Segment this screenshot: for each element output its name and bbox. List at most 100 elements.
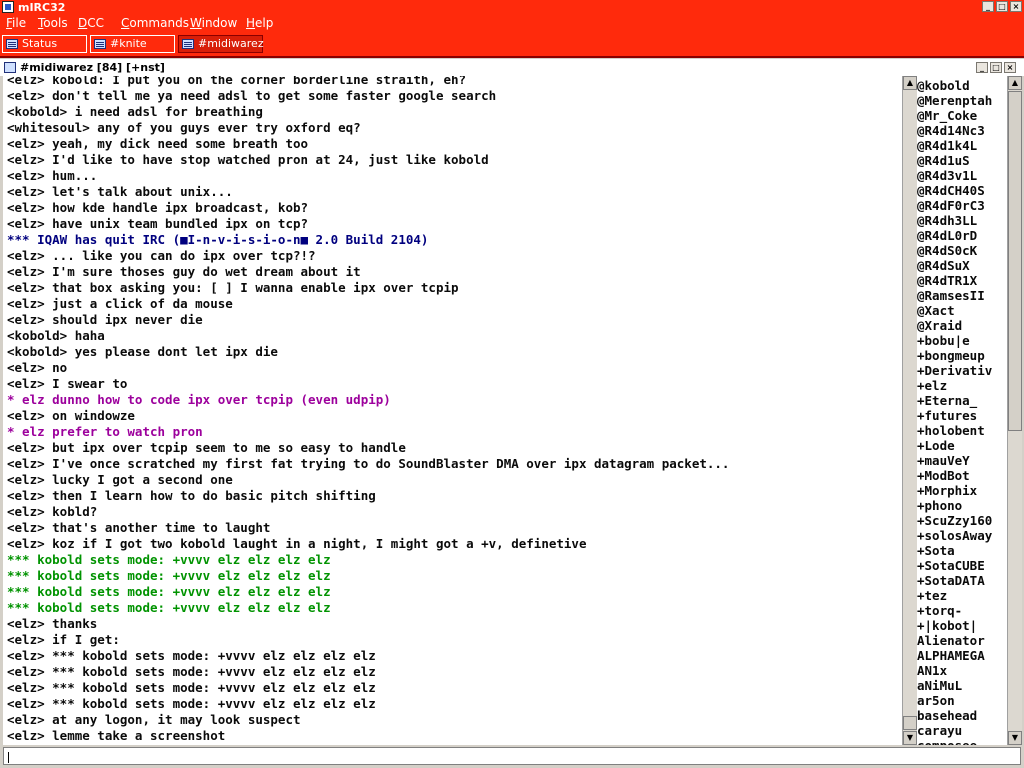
nick-list-item[interactable]: +torq- bbox=[917, 603, 992, 618]
chat-message: <kobold> yes please dont let ipx die bbox=[7, 344, 278, 359]
nick-list-item[interactable]: +ModBot bbox=[917, 468, 992, 483]
nick-list-item[interactable]: +holobent bbox=[917, 423, 992, 438]
nick-list-item[interactable]: +Sota bbox=[917, 543, 992, 558]
nick-list-item[interactable]: AN1x bbox=[917, 663, 992, 678]
menu-tools[interactable]: Tools bbox=[38, 15, 68, 32]
nick-list-item[interactable]: @R4dCH40S bbox=[917, 183, 992, 198]
nick-list-item[interactable]: +SotaCUBE bbox=[917, 558, 992, 573]
nick-list-item[interactable]: +bongmeup bbox=[917, 348, 992, 363]
scroll-up-icon[interactable]: ▲ bbox=[1008, 76, 1022, 90]
app-window-controls: _ □ × bbox=[982, 1, 1022, 12]
nick-list-item[interactable]: @R4d1k4L bbox=[917, 138, 992, 153]
switchbar-tab-label: Status bbox=[22, 37, 58, 50]
switchbar-tab-status[interactable]: Status bbox=[2, 35, 87, 53]
nick-list-item[interactable]: @Xraid bbox=[917, 318, 992, 333]
nick-list-item[interactable]: +|kobot| bbox=[917, 618, 992, 633]
nick-list-item[interactable]: @R4dTR1X bbox=[917, 273, 992, 288]
nick-list-item[interactable]: ar5on bbox=[917, 693, 992, 708]
maximize-icon[interactable]: □ bbox=[990, 62, 1002, 73]
maximize-icon[interactable]: □ bbox=[996, 1, 1008, 12]
nick-list-item[interactable]: +solosAway bbox=[917, 528, 992, 543]
chat-message: <elz> then I learn how to do basic pitch… bbox=[7, 488, 376, 503]
menu-dcc[interactable]: DCC bbox=[78, 15, 104, 32]
nick-list-item[interactable]: @kobold bbox=[917, 78, 992, 93]
switchbar-tab-knite[interactable]: #knite bbox=[90, 35, 175, 53]
chat-message: <elz> at any logon, it may look suspect bbox=[7, 712, 301, 727]
nick-list-item[interactable]: @R4dh3LL bbox=[917, 213, 992, 228]
chat-message: <elz> if I get: bbox=[7, 632, 120, 647]
chat-message: <elz> don't tell me ya need adsl to get … bbox=[7, 88, 497, 103]
close-icon[interactable]: × bbox=[1004, 62, 1016, 73]
nick-list-item[interactable]: +SotaDATA bbox=[917, 573, 992, 588]
scroll-thumb[interactable] bbox=[1008, 91, 1022, 431]
scroll-thumb[interactable] bbox=[903, 716, 917, 730]
scroll-up-icon[interactable]: ▲ bbox=[903, 76, 917, 90]
menu-commands[interactable]: Commands bbox=[121, 15, 189, 32]
nick-list-item[interactable]: +mauVeY bbox=[917, 453, 992, 468]
chat-message: <elz> *** kobold sets mode: +vvvv elz el… bbox=[7, 696, 376, 711]
close-icon[interactable]: × bbox=[1010, 1, 1022, 12]
nick-list-item[interactable]: ALPHAMEGA bbox=[917, 648, 992, 663]
nick-list-item[interactable]: +Derivativ bbox=[917, 363, 992, 378]
nick-list[interactable]: @kobold @Merenptah @Mr_Coke @R4d14Nc3 @R4d1k… bbox=[917, 76, 1007, 745]
nick-list-item[interactable]: @R4dSuX bbox=[917, 258, 992, 273]
chat-message: <elz> *** kobold sets mode: +vvvv elz el… bbox=[7, 664, 376, 679]
scroll-down-icon[interactable]: ▼ bbox=[903, 731, 917, 745]
nick-list-item[interactable]: @R4d3v1L bbox=[917, 168, 992, 183]
scroll-down-icon[interactable]: ▼ bbox=[1008, 731, 1022, 745]
nick-list-item[interactable]: @R4d14Nc3 bbox=[917, 123, 992, 138]
chat-message: <elz> ... like you can do ipx over tcp?!… bbox=[7, 248, 316, 263]
nick-list-item[interactable]: aNiMuL bbox=[917, 678, 992, 693]
chat-log[interactable]: <elz> kobold: I put you on the corner bo… bbox=[3, 76, 902, 745]
nick-list-item[interactable]: @R4d1uS bbox=[917, 153, 992, 168]
nick-list-item[interactable]: @Mr_Coke bbox=[917, 108, 992, 123]
quit-message: *** IQAW has quit IRC (■I-n-v-i-s-i-o-n■… bbox=[7, 232, 429, 247]
switchbar: Status #knite #midiwarez bbox=[0, 32, 1024, 58]
message-input[interactable] bbox=[3, 747, 1021, 765]
chat-message: <elz> I've once scratched my first fat t… bbox=[7, 456, 730, 471]
nick-list-item[interactable]: @Merenptah bbox=[917, 93, 992, 108]
nick-list-item[interactable]: +Morphix bbox=[917, 483, 992, 498]
menu-help[interactable]: Help bbox=[246, 15, 273, 32]
chat-message: <elz> lemme take a screenshot bbox=[7, 728, 226, 743]
nick-list-item[interactable]: +futures bbox=[917, 408, 992, 423]
mirc-app-icon[interactable] bbox=[2, 1, 14, 13]
nick-list-scrollbar[interactable]: ▲ ▼ bbox=[1007, 76, 1022, 745]
chat-message: <elz> but ipx over tcpip seem to me so e… bbox=[7, 440, 406, 455]
switchbar-tab-midiwarez[interactable]: #midiwarez bbox=[178, 35, 264, 53]
chat-message: <elz> just a click of da mouse bbox=[7, 296, 233, 311]
app-title: mIRC32 bbox=[18, 1, 66, 14]
channel-window-icon[interactable] bbox=[4, 62, 16, 73]
nick-list-item[interactable]: +elz bbox=[917, 378, 992, 393]
nick-list-item[interactable]: @Xact bbox=[917, 303, 992, 318]
nick-list-item[interactable]: Alienator bbox=[917, 633, 992, 648]
chat-message: <elz> on windowze bbox=[7, 408, 135, 423]
minimize-icon[interactable]: _ bbox=[982, 1, 994, 12]
chat-message: <elz> *** kobold sets mode: +vvvv elz el… bbox=[7, 680, 376, 695]
nick-list-item[interactable]: @R4dL0rD bbox=[917, 228, 992, 243]
menu-file[interactable]: File bbox=[6, 15, 26, 32]
nick-list-item[interactable]: basehead bbox=[917, 708, 992, 723]
nick-list-item[interactable]: +Lode bbox=[917, 438, 992, 453]
nick-list-item[interactable]: +tez bbox=[917, 588, 992, 603]
nick-list-item[interactable]: @RamsesII bbox=[917, 288, 992, 303]
nick-list-item[interactable]: +bobu|e bbox=[917, 333, 992, 348]
chat-message: <elz> lucky I got a second one bbox=[7, 472, 233, 487]
nick-list-item[interactable]: +ScuZzy160 bbox=[917, 513, 992, 528]
nick-list-item[interactable]: carayu bbox=[917, 723, 992, 738]
nick-list-item[interactable]: @R4dF0rC3 bbox=[917, 198, 992, 213]
nick-list-item[interactable]: +Eterna_ bbox=[917, 393, 992, 408]
chat-message: <elz> hum... bbox=[7, 168, 98, 183]
menubar: File Tools DCC Commands Window Help bbox=[0, 15, 1024, 32]
chat-message: <elz> *** kobold sets mode: +vvvv elz el… bbox=[7, 648, 376, 663]
mode-message: *** kobold sets mode: +vvvv elz elz elz … bbox=[7, 584, 331, 599]
chat-lines: <elz> kobold: I put you on the corner bo… bbox=[7, 76, 897, 744]
nick-list-item[interactable]: @R4dS0cK bbox=[917, 243, 992, 258]
action-message: * elz prefer to watch pron bbox=[7, 424, 203, 439]
menu-window[interactable]: Window bbox=[190, 15, 237, 32]
chat-message: <elz> no bbox=[7, 360, 68, 375]
nick-list-item[interactable]: composee bbox=[917, 738, 992, 745]
nick-list-item[interactable]: +phono bbox=[917, 498, 992, 513]
minimize-icon[interactable]: _ bbox=[976, 62, 988, 73]
chat-scrollbar[interactable]: ▲ ▼ bbox=[902, 76, 917, 745]
